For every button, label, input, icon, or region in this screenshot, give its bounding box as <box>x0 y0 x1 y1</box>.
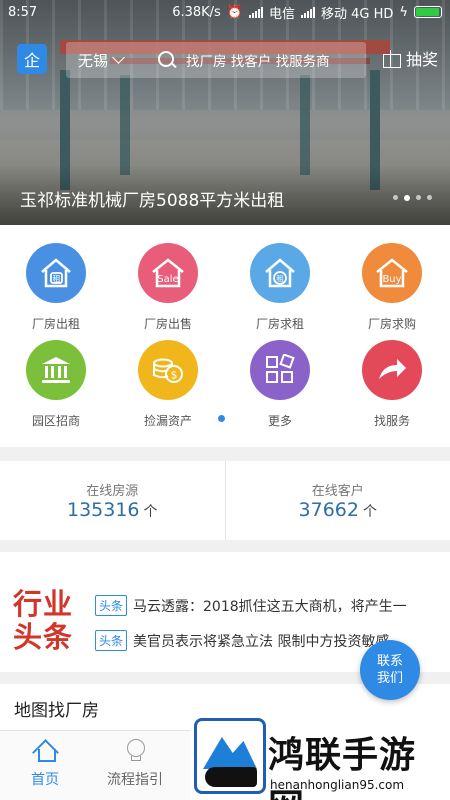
category-label: 厂房出售 <box>143 317 192 331</box>
signal-icon <box>249 6 263 18</box>
pagination-dot-active[interactable] <box>404 194 410 201</box>
category-label: 捡漏资产 <box>143 414 192 428</box>
service-arrow-icon <box>362 340 422 400</box>
count-unit: 个 <box>362 504 377 520</box>
category-grid: 租 厂房出租 Sale 厂房出售 租 厂房求租 Buy 厂房求购 园区招商 $ … <box>0 225 450 447</box>
category-house-seek-rent[interactable]: 租 厂房求租 <box>224 243 336 332</box>
online-listings[interactable]: 在线房源 135316 个 <box>0 461 225 540</box>
banner-caption: 玉祁标准机械厂房5088平方米出租 <box>20 191 285 211</box>
category-label: 厂房出租 <box>31 317 80 331</box>
category-label: 厂房求购 <box>367 317 416 331</box>
headlines-logo: 行业 头条 <box>13 588 73 654</box>
watermark-url: henanhonglian95.com <box>270 778 405 792</box>
svg-text:Sale: Sale <box>157 274 178 285</box>
more-grid-icon <box>250 340 310 400</box>
banner-pagination <box>393 194 432 201</box>
contact-line2: 我们 <box>376 671 403 686</box>
category-park-investment[interactable]: 园区招商 <box>0 340 112 429</box>
headlines-logo-line2: 头条 <box>13 620 74 654</box>
house-buy-icon: Buy <box>362 243 422 303</box>
house-seek-rent-icon: 租 <box>250 243 310 303</box>
signal-icon <box>301 6 316 18</box>
carrier-1: 电信 <box>269 6 296 22</box>
search-bar[interactable]: 无锡 找厂房 找客户 找服务商 <box>66 42 366 78</box>
lottery-button[interactable]: 抽奖 <box>382 46 438 70</box>
contact-us-button[interactable]: 联系 我们 <box>360 640 420 700</box>
category-house-sale[interactable]: Sale 厂房出售 <box>112 243 224 332</box>
svg-text:租: 租 <box>277 275 284 283</box>
gift-icon <box>382 48 402 68</box>
category-label: 更多 <box>267 414 292 428</box>
nav-home[interactable]: 首页 <box>10 739 80 789</box>
svg-text:Buy: Buy <box>382 274 401 285</box>
pagination-dot[interactable] <box>427 195 432 200</box>
category-more[interactable]: 更多 <box>224 340 336 429</box>
top-bar: 企 无锡 找厂房 找客户 找服务商 抽奖 <box>0 42 450 78</box>
watermark-logo <box>194 718 266 794</box>
house-sale-icon: Sale <box>138 243 198 303</box>
pagination-dot[interactable] <box>416 195 421 200</box>
nav-guide[interactable]: 流程指引 <box>100 739 170 789</box>
grid-page-indicator <box>218 415 225 422</box>
online-customers-count: 37662 <box>298 499 359 521</box>
enterprise-badge[interactable]: 企 <box>17 44 47 74</box>
category-label: 厂房求租 <box>255 317 304 331</box>
lightbulb-icon <box>126 739 145 761</box>
svg-text:租: 租 <box>53 275 61 284</box>
search-icon <box>158 51 176 69</box>
category-label: 园区招商 <box>31 414 80 428</box>
nav-home-label: 首页 <box>31 772 59 788</box>
headline-text: 马云透露：2018抓住这五大商机，将产生一 <box>133 598 407 615</box>
watermark-ox-graphic <box>205 767 257 787</box>
charging-icon: ϟ <box>399 4 408 20</box>
park-building-icon <box>26 340 86 400</box>
category-label: 找服务 <box>373 414 410 428</box>
watermark: 鸿联手游网 henanhonglian95.com <box>190 712 450 800</box>
online-listings-title: 在线房源 <box>86 484 139 499</box>
nav-guide-label: 流程指引 <box>107 772 163 788</box>
city-selector[interactable]: 无锡 <box>66 50 156 71</box>
online-customers[interactable]: 在线客户 37662 个 <box>224 461 450 540</box>
contact-line1: 联系 <box>376 654 403 669</box>
status-time: 8:57 <box>8 4 38 20</box>
category-bargain-assets[interactable]: $ 捡漏资产 <box>112 340 224 429</box>
search-placeholder: 找厂房 找客户 找服务商 <box>186 54 330 70</box>
hero-banner[interactable]: 8:57 6.38K/s ⏰ 电信 移动 4G HD ϟ 企 无锡 找厂房 找客… <box>0 0 450 225</box>
network-speed: 6.38K/s <box>172 4 221 20</box>
battery-icon <box>414 6 442 18</box>
coins-icon: $ <box>138 340 198 400</box>
stats-panel: 在线房源 135316 个 在线客户 37662 个 <box>0 461 450 540</box>
pagination-dot[interactable] <box>393 195 398 200</box>
map-section-title: 地图找厂房 <box>14 701 99 721</box>
home-icon <box>33 739 57 762</box>
headlines-logo-line1: 行业 <box>13 587 74 621</box>
carrier-2: 移动 4G HD <box>321 6 394 22</box>
house-rent-icon: 租 <box>26 243 86 303</box>
category-house-buy[interactable]: Buy 厂房求购 <box>336 243 448 332</box>
online-customers-title: 在线客户 <box>311 484 364 499</box>
lottery-label: 抽奖 <box>405 50 438 69</box>
chevron-down-icon <box>112 51 125 64</box>
online-listings-count: 135316 <box>66 499 140 521</box>
alarm-icon: ⏰ <box>226 4 243 20</box>
category-find-service[interactable]: 找服务 <box>336 340 448 429</box>
headline-tag: 头条 <box>95 630 128 651</box>
count-unit: 个 <box>143 504 158 520</box>
banner-image-column <box>120 75 130 175</box>
city-label: 无锡 <box>78 51 109 70</box>
headline-item[interactable]: 头条 马云透露：2018抓住这五大商机，将产生一 <box>95 595 423 616</box>
headline-tag: 头条 <box>95 595 128 616</box>
status-bar: 8:57 6.38K/s ⏰ 电信 移动 4G HD ϟ <box>0 0 450 24</box>
svg-text:$: $ <box>171 369 178 382</box>
category-house-rent[interactable]: 租 厂房出租 <box>0 243 112 332</box>
banner-image-column <box>300 75 310 175</box>
watermark-mountain-graphic <box>203 737 257 769</box>
